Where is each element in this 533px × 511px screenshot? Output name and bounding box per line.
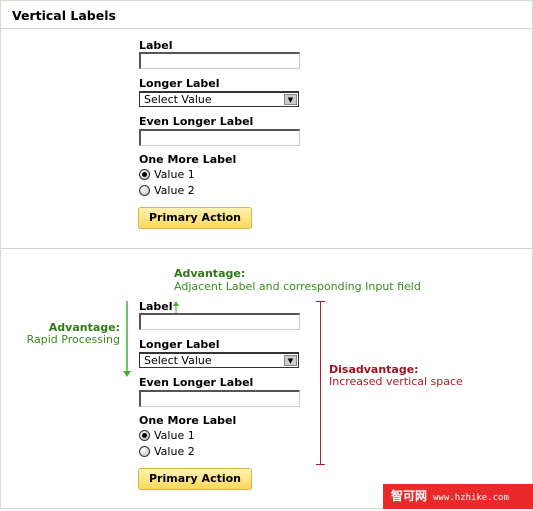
annotation-arrows: [123, 301, 325, 465]
primary-action-button[interactable]: Primary Action: [138, 468, 252, 490]
chevron-down-icon[interactable]: ▼: [284, 355, 297, 366]
label-input[interactable]: [139, 313, 300, 330]
watermark-url: www.hzhike.com: [433, 493, 509, 503]
radio-value-1[interactable]: Value 1: [139, 429, 195, 442]
radio-label: Value 1: [154, 429, 195, 442]
bracket-icon: [316, 301, 325, 465]
field-label: One More Label: [139, 414, 237, 427]
radio-checked-icon[interactable]: [139, 430, 150, 441]
watermark: 智可网 www.hzhike.com: [383, 484, 533, 509]
radio-unchecked-icon[interactable]: [139, 446, 150, 457]
select-value: Select Value: [144, 354, 212, 367]
field-label: Longer Label: [139, 338, 220, 351]
down-arrow-icon: [123, 301, 131, 377]
field-label: Even Longer Label: [139, 376, 254, 389]
field-label: Label: [139, 300, 173, 313]
radio-label: Value 2: [154, 445, 195, 458]
radio-value-2[interactable]: Value 2: [139, 445, 195, 458]
watermark-text: 智可网: [391, 489, 428, 503]
even-longer-label-input[interactable]: [139, 390, 300, 407]
longer-label-select[interactable]: Select Value ▼: [139, 352, 299, 368]
